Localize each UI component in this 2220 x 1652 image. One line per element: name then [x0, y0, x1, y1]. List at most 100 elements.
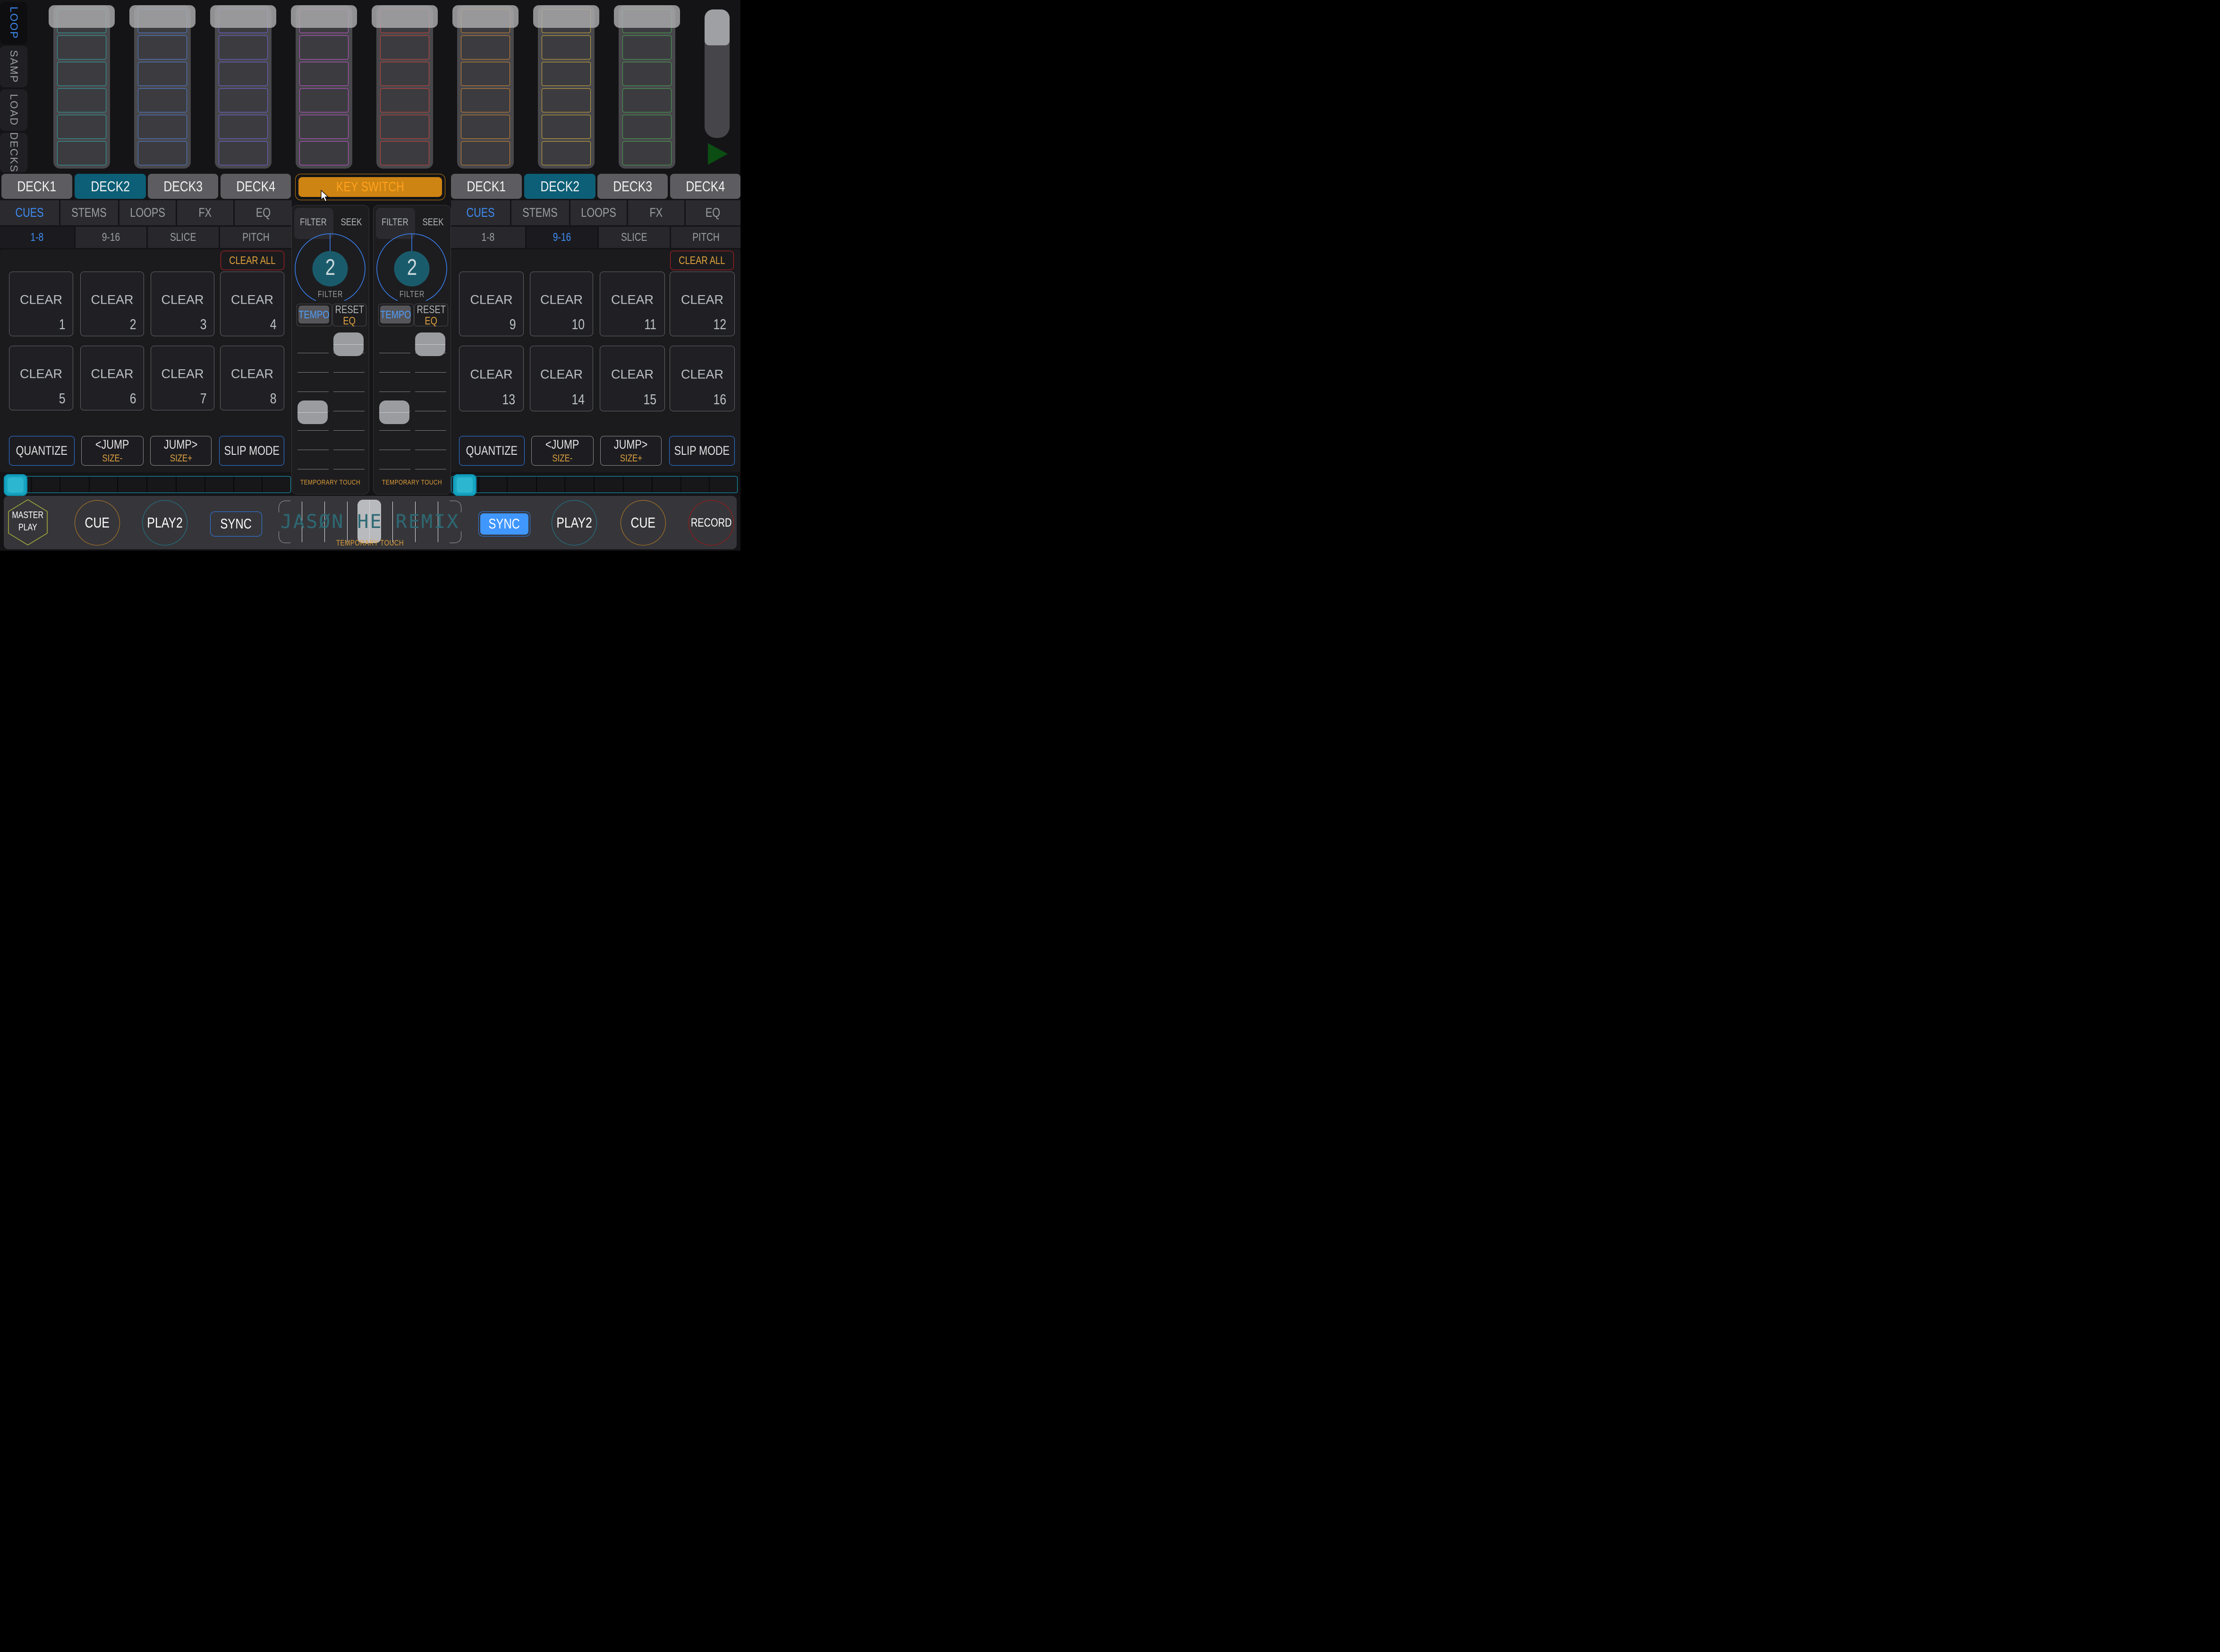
top-column-fader-handle[interactable] [452, 5, 519, 28]
top-pad-cell[interactable] [299, 141, 349, 165]
left-deck3-button[interactable]: DECK3 [148, 174, 218, 199]
left-deck1-button[interactable]: DECK1 [1, 174, 72, 199]
top-pad-cell[interactable] [622, 62, 672, 86]
right-deck1-button[interactable]: DECK1 [451, 174, 522, 199]
top-pad-cell[interactable] [542, 62, 591, 86]
top-pad-cell[interactable] [622, 88, 672, 112]
right-loop-slider-handle[interactable] [453, 474, 476, 496]
top-pad-cell[interactable] [622, 141, 672, 165]
crossfader[interactable]: JASØN HE REMIX [279, 501, 461, 543]
tempo-button-b[interactable]: TEMPO [380, 306, 411, 324]
top-pad-cell[interactable] [380, 62, 429, 86]
left-pad-1[interactable]: CLEAR1 [9, 272, 73, 336]
left-page-slice[interactable]: SLICE [148, 227, 219, 248]
right-tab-cues[interactable]: CUES [451, 200, 510, 225]
left-jump-fwd-button[interactable]: JUMP>SIZE+ [150, 436, 212, 466]
right-tab-fx[interactable]: FX [628, 200, 684, 225]
right-jump-fwd-button[interactable]: JUMP>SIZE+ [600, 436, 662, 466]
left-tab-loops[interactable]: LOOPS [119, 200, 176, 225]
left-clear-all-button[interactable]: CLEAR ALL [221, 251, 284, 270]
reset-eq-button-a[interactable]: RESET EQ [332, 304, 366, 326]
top-pad-cell[interactable] [461, 141, 510, 165]
top-pad-cell[interactable] [138, 88, 187, 112]
pitch-slider-b-left[interactable] [378, 331, 411, 477]
right-slip-mode-button[interactable]: SLIP MODE [669, 436, 735, 466]
top-column-fader-handle[interactable] [210, 5, 276, 28]
right-quantize-button[interactable]: QUANTIZE [459, 436, 525, 466]
top-pad-cell[interactable] [219, 115, 268, 139]
top-pad-cell[interactable] [542, 88, 591, 112]
right-page-slice[interactable]: SLICE [599, 227, 670, 248]
left-play2-button[interactable]: PLAY2 [142, 500, 187, 545]
right-cue-button[interactable]: CUE [621, 500, 666, 545]
top-pad-cell[interactable] [461, 62, 510, 86]
right-tab-loops[interactable]: LOOPS [570, 200, 627, 225]
top-pad-cell[interactable] [219, 88, 268, 112]
right-loop-slider[interactable] [451, 476, 738, 493]
left-pad-6[interactable]: CLEAR6 [80, 346, 144, 410]
top-pad-cell[interactable] [461, 35, 510, 60]
top-pad-cell[interactable] [299, 115, 349, 139]
left-tab-cues[interactable]: CUES [0, 200, 59, 225]
pitch-slider-a-left[interactable] [297, 331, 330, 477]
left-page-9-16[interactable]: 9-16 [76, 227, 146, 248]
left-jump-back-button[interactable]: <JUMPSIZE- [81, 436, 144, 466]
top-pad-cell[interactable] [299, 88, 349, 112]
top-pad-cell[interactable] [219, 141, 268, 165]
slider-handle[interactable] [415, 332, 445, 356]
top-column-fader-handle[interactable] [614, 5, 680, 28]
top-pad-cell[interactable] [542, 141, 591, 165]
play-triangle-icon[interactable] [708, 143, 728, 165]
left-pad-3[interactable]: CLEAR3 [151, 272, 214, 336]
top-pad-cell[interactable] [138, 35, 187, 60]
left-tab-eq[interactable]: EQ [235, 200, 292, 225]
filter-toggle-label-a[interactable]: FILTER [300, 217, 327, 228]
reset-eq-button-b[interactable]: RESET EQ [414, 304, 448, 326]
top-column-fader-handle[interactable] [291, 5, 357, 28]
right-pad-10[interactable]: CLEAR10 [530, 272, 593, 336]
top-pad-cell[interactable] [622, 115, 672, 139]
right-pad-11[interactable]: CLEAR11 [600, 272, 665, 336]
slider-handle[interactable] [333, 332, 364, 356]
right-page-1-8[interactable]: 1-8 [451, 227, 525, 248]
right-pad-14[interactable]: CLEAR14 [530, 346, 593, 411]
slider-handle[interactable] [298, 400, 328, 424]
right-deck2-button[interactable]: DECK2 [524, 174, 595, 199]
top-column-fader-handle[interactable] [49, 5, 115, 28]
right-pad-9[interactable]: CLEAR9 [459, 272, 524, 336]
master-volume-fader[interactable] [705, 9, 730, 138]
right-clear-all-button[interactable]: CLEAR ALL [670, 251, 734, 270]
right-page-9-16[interactable]: 9-16 [527, 227, 597, 248]
right-pad-13[interactable]: CLEAR13 [459, 346, 524, 411]
right-play2-button[interactable]: PLAY2 [552, 500, 597, 545]
top-pad-cell[interactable] [299, 62, 349, 86]
slider-handle[interactable] [379, 400, 409, 424]
top-pad-cell[interactable] [57, 141, 106, 165]
top-column-fader-handle[interactable] [533, 5, 599, 28]
top-column-fader-handle[interactable] [129, 5, 196, 28]
left-pad-2[interactable]: CLEAR2 [80, 272, 144, 336]
left-tab-fx[interactable]: FX [177, 200, 233, 225]
top-pad-cell[interactable] [57, 62, 106, 86]
left-pad-7[interactable]: CLEAR7 [151, 346, 214, 410]
right-sync-button[interactable]: SYNC [478, 511, 530, 536]
top-pad-cell[interactable] [622, 35, 672, 60]
top-pad-cell[interactable] [461, 88, 510, 112]
top-pad-cell[interactable] [299, 35, 349, 60]
right-pad-16[interactable]: CLEAR16 [670, 346, 735, 411]
master-volume-fader-handle[interactable] [705, 9, 730, 45]
right-page-pitch[interactable]: PITCH [671, 227, 740, 248]
top-pad-cell[interactable] [380, 35, 429, 60]
top-pad-cell[interactable] [542, 115, 591, 139]
left-loop-slider[interactable] [4, 476, 291, 493]
right-deck4-button[interactable]: DECK4 [670, 174, 740, 199]
top-pad-cell[interactable] [380, 115, 429, 139]
right-jump-back-button[interactable]: <JUMPSIZE- [531, 436, 594, 466]
top-pad-cell[interactable] [57, 35, 106, 60]
seek-toggle-label-a[interactable]: SEEK [341, 217, 362, 228]
pitch-slider-b-right[interactable] [414, 331, 447, 477]
left-tab-stems[interactable]: STEMS [60, 200, 118, 225]
top-column-fader-handle[interactable] [372, 5, 438, 28]
left-slip-mode-button[interactable]: SLIP MODE [219, 436, 284, 466]
top-pad-cell[interactable] [219, 62, 268, 86]
